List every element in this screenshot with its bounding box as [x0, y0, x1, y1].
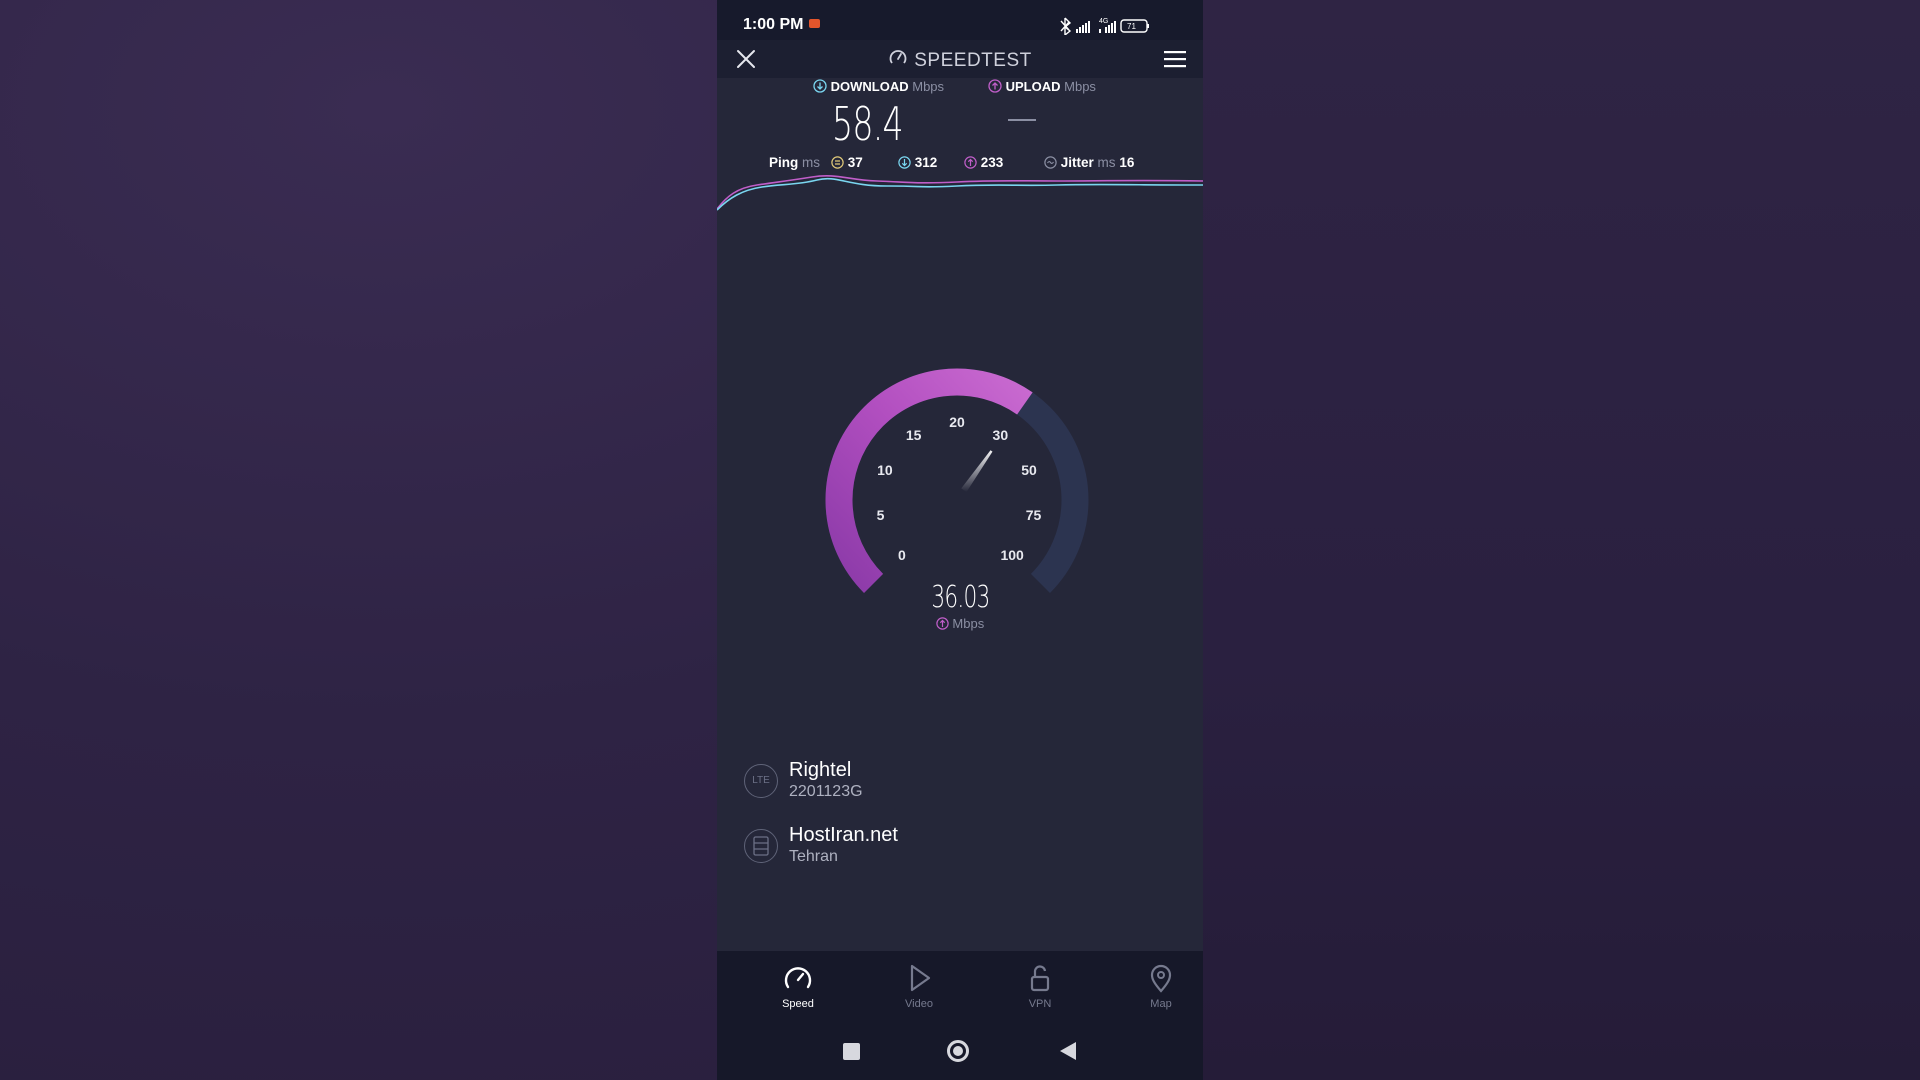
- tab-video-label: Video: [905, 998, 933, 1010]
- network-type-label: 4G: [1099, 18, 1108, 25]
- signal-battery-icons: 4G 71: [1060, 17, 1149, 37]
- gauge-tick-label: 0: [898, 547, 906, 563]
- download-label: DOWNLOAD: [830, 79, 909, 94]
- upload-unit: Mbps: [1064, 79, 1096, 94]
- gauge-tick-label: 30: [993, 427, 1009, 443]
- phone-screen: 1:00 PM 4G 71 SPEEDTEST DOWNLOAD Mbps UP…: [717, 0, 1203, 1080]
- status-bar: 1:00 PM 4G 71: [717, 0, 1203, 40]
- hamburger-menu-icon[interactable]: [1163, 49, 1187, 69]
- recent-apps-button[interactable]: [843, 1043, 860, 1060]
- download-arrow-icon: [813, 79, 827, 93]
- provider-name: Rightel: [789, 759, 852, 781]
- tab-speed-label: Speed: [782, 998, 814, 1010]
- provider-detail: 2201123G: [789, 783, 863, 800]
- gauge-current-value: 36.03: [930, 580, 990, 615]
- bottom-tab-bar: Speed Video VPN Map: [717, 951, 1203, 1021]
- download-value: 58.4: [832, 97, 904, 151]
- screen-record-icon: [809, 19, 820, 28]
- tab-vpn[interactable]: VPN: [1000, 963, 1080, 1010]
- gauge-tick-label: 20: [949, 414, 965, 430]
- lock-icon: [1030, 965, 1050, 992]
- tab-speed[interactable]: Speed: [758, 963, 838, 1010]
- battery-level: 71: [1127, 22, 1136, 31]
- download-unit: Mbps: [912, 79, 945, 94]
- app-bar: SPEEDTEST: [717, 40, 1203, 78]
- tab-vpn-label: VPN: [1028, 998, 1052, 1010]
- tab-video[interactable]: Video: [879, 963, 959, 1010]
- gauge-tick-label: 100: [1000, 547, 1024, 563]
- speedtest-logo-icon: [889, 50, 907, 64]
- background-right: [1203, 0, 1920, 1080]
- bluetooth-icon: [1060, 17, 1072, 37]
- speed-history-graph: [717, 174, 1203, 211]
- lte-icon: LTE: [744, 764, 778, 798]
- gauge-tick-label: 75: [1026, 507, 1042, 523]
- upload-arrow-icon: [936, 617, 949, 630]
- upload-label: UPLOAD: [1005, 79, 1061, 94]
- tab-map[interactable]: Map: [1121, 963, 1201, 1010]
- upload-value-placeholder: [1008, 119, 1036, 121]
- gauge-tick-label: 50: [1021, 462, 1037, 478]
- home-button[interactable]: [947, 1040, 969, 1062]
- status-time: 1:00 PM: [743, 16, 804, 33]
- play-icon: [910, 964, 931, 992]
- map-pin-icon: [1150, 964, 1172, 993]
- upload-header: UPLOAD Mbps: [988, 79, 1096, 94]
- speedometer-icon: [784, 967, 812, 989]
- download-header: DOWNLOAD Mbps: [813, 79, 944, 94]
- upload-arrow-icon: [988, 79, 1002, 93]
- gauge-progress-arc: [825, 368, 1033, 593]
- gauge-tick-label: 5: [877, 507, 885, 523]
- status-icons: 4G 71: [1059, 15, 1179, 37]
- gauge-needle: [961, 450, 993, 493]
- back-button[interactable]: [1059, 1041, 1077, 1061]
- gauge-tick-label: 15: [906, 427, 922, 443]
- gauge-unit-row: Mbps: [717, 616, 1203, 631]
- gauge-tick-labels: 0 5 10 15 20 30 50 75 100: [877, 414, 1042, 563]
- server-icon: [744, 829, 778, 863]
- app-title: SPEEDTEST: [717, 48, 1203, 72]
- server-name: HostIran.net: [789, 824, 898, 846]
- gauge-unit: Mbps: [952, 616, 985, 631]
- server-rack-icon: [753, 836, 769, 856]
- gauge-tick-label: 10: [877, 462, 893, 478]
- tab-map-label: Map: [1150, 998, 1172, 1010]
- gauge-readout: 36.03: [717, 580, 1203, 615]
- system-navigation-bar: [717, 1021, 1203, 1080]
- signal-icon: [1076, 21, 1090, 33]
- home-button-dot: [953, 1046, 963, 1056]
- app-title-text: SPEEDTEST: [914, 50, 1032, 71]
- server-location: Tehran: [789, 848, 838, 865]
